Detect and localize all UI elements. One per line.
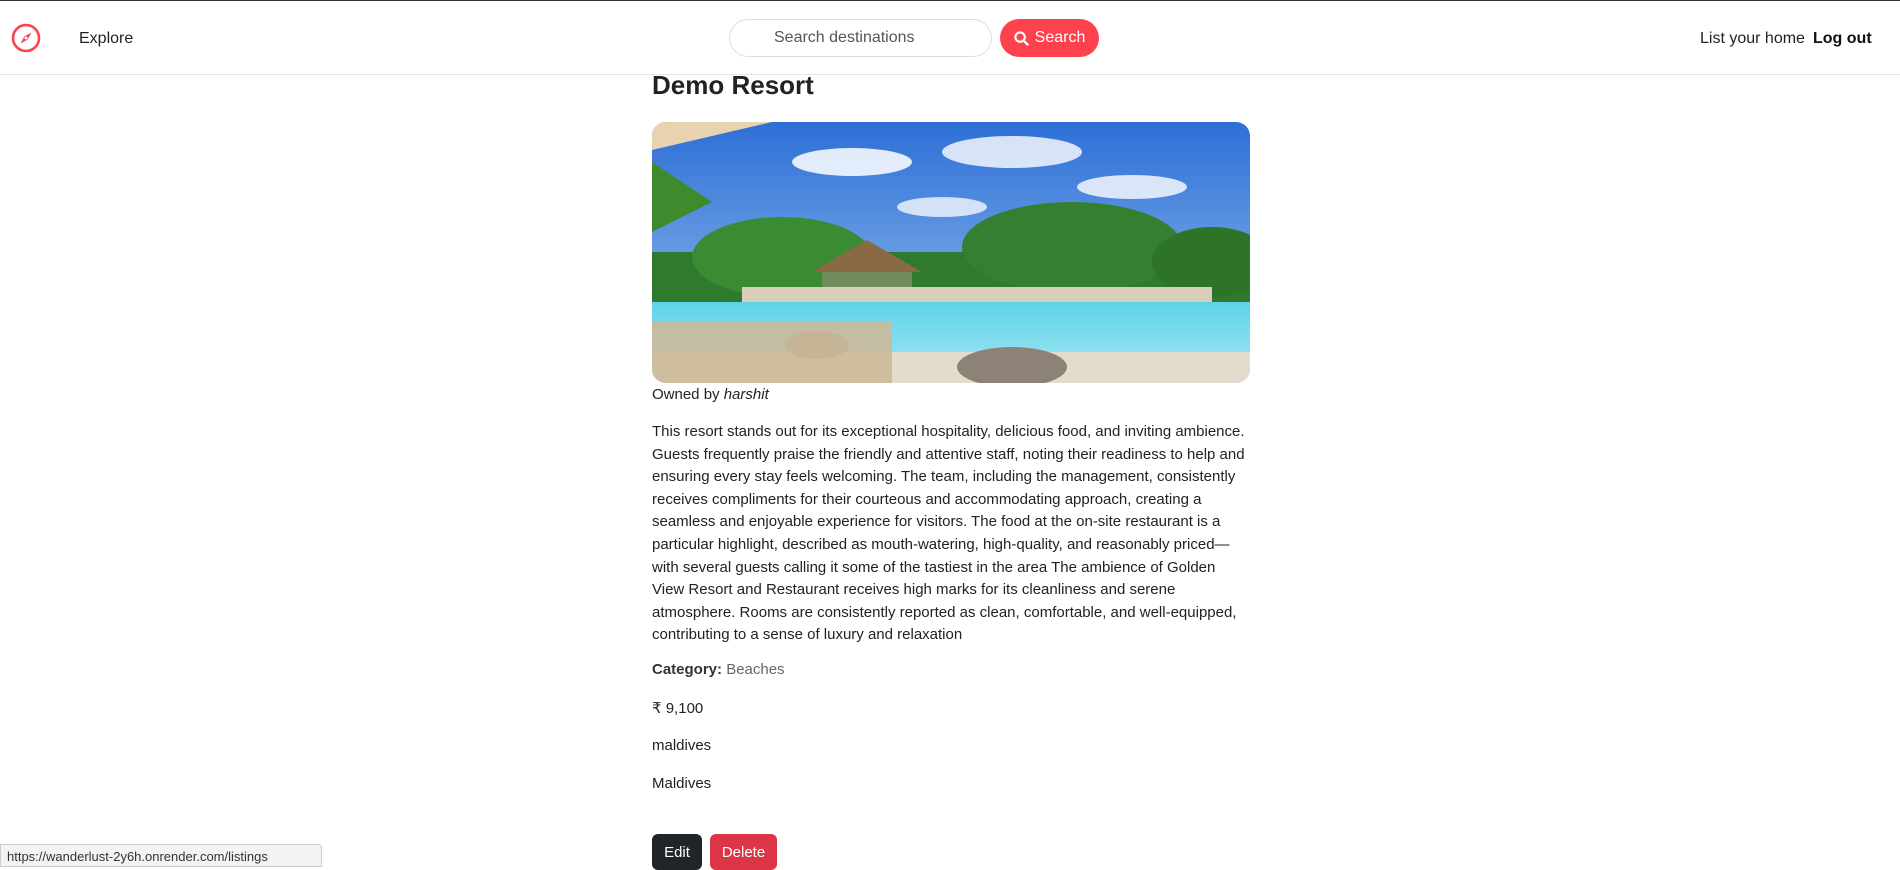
category-line: Category: Beaches <box>652 661 785 678</box>
search-button-label: Search <box>1034 29 1086 46</box>
owner-prefix: Owned by <box>652 386 720 403</box>
listing-country: Maldives <box>652 775 712 792</box>
listing-description: This resort stands out for its exception… <box>652 423 1245 644</box>
search-button[interactable]: Search <box>1000 19 1099 57</box>
category-value: Beaches <box>726 661 785 678</box>
compass-icon[interactable] <box>10 22 42 54</box>
delete-button[interactable]: Delete <box>710 834 777 870</box>
listing-title: Demo Resort <box>652 70 814 100</box>
search-input[interactable] <box>729 19 992 57</box>
owner-line: Owned by harshit <box>652 386 769 403</box>
category-label: Category: <box>652 661 723 678</box>
owner-name: harshit <box>723 386 769 403</box>
edit-button[interactable]: Edit <box>652 834 702 870</box>
navbar: Explore Search List your home Log out <box>0 0 1900 75</box>
status-bar-url: https://wanderlust-2y6h.onrender.com/lis… <box>0 844 322 867</box>
logout-link[interactable]: Log out <box>1813 30 1872 48</box>
nav-explore-link[interactable]: Explore <box>79 30 133 48</box>
listing-location: maldives <box>652 737 712 754</box>
listing-image <box>652 122 1250 383</box>
search-icon <box>1014 30 1029 46</box>
list-your-home-link[interactable]: List your home <box>1700 30 1805 48</box>
listing-price: ₹ 9,100 <box>652 700 704 717</box>
